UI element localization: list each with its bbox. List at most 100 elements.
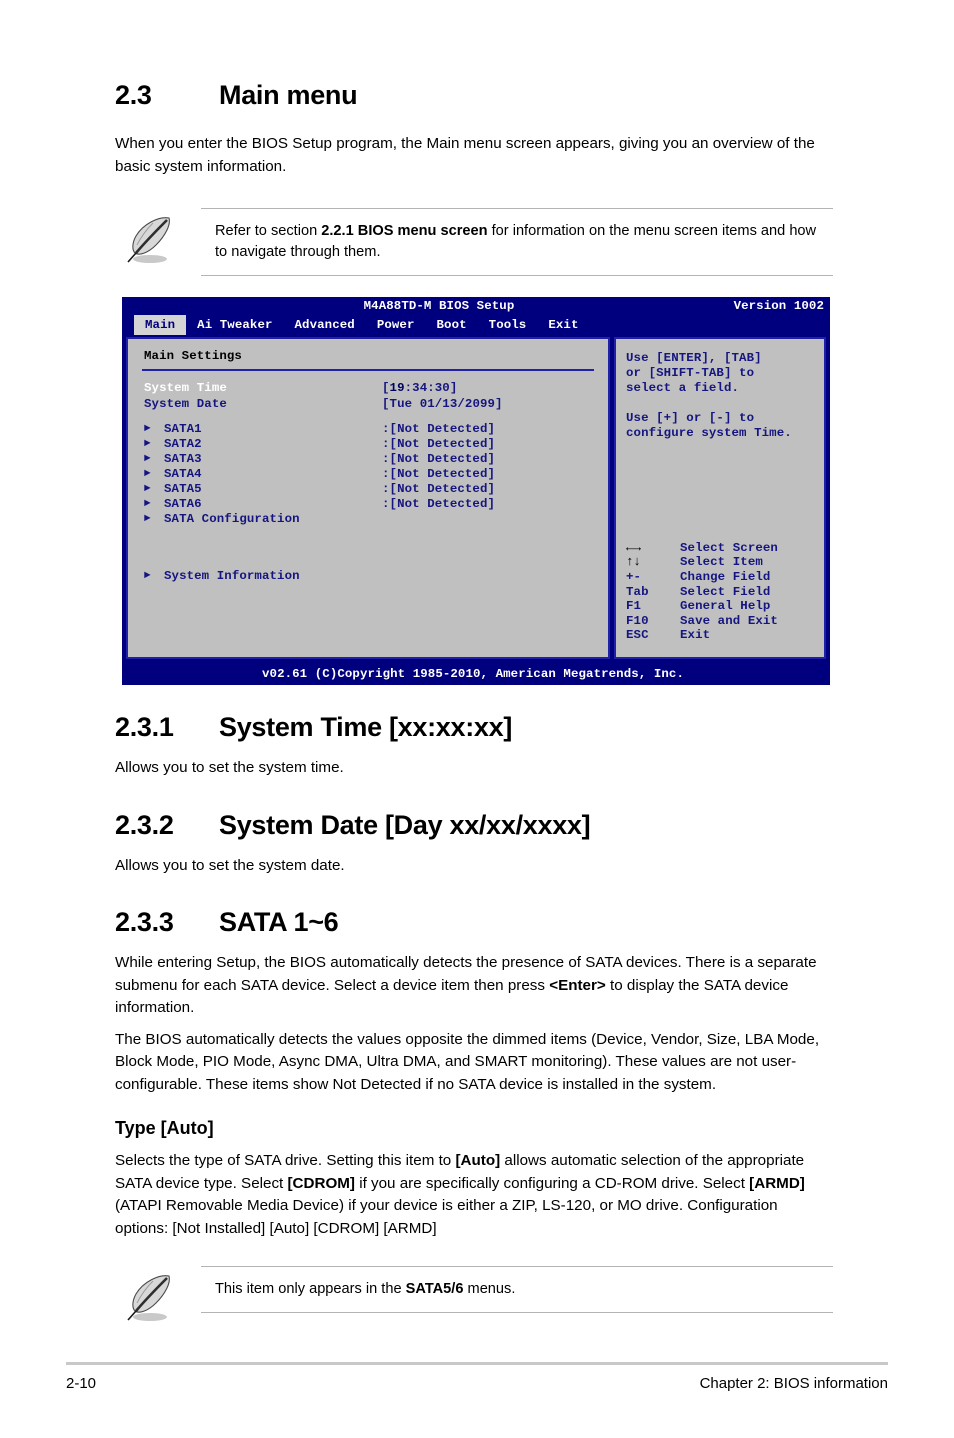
triangle-right-icon: ► — [144, 498, 151, 510]
bios-main-panel: Main Settings System Time [19:34:30] Sys… — [126, 337, 610, 659]
page-footer: 2-10 Chapter 2: BIOS information — [66, 1362, 888, 1392]
tab-main[interactable]: Main — [134, 315, 187, 335]
legend-row-select-item: ↑↓ Select Item — [626, 555, 822, 570]
note-box-bottom: This item only appears in the SATA5/6 me… — [115, 1266, 833, 1329]
field-system-time-value[interactable]: [19:34:30] — [382, 381, 457, 397]
menu-item-label: SATA5 — [164, 482, 202, 496]
up-down-arrow-icon: ↑↓ — [626, 554, 641, 570]
menu-item-label: SATA6 — [164, 497, 202, 511]
footer-divider — [66, 1362, 888, 1365]
page-number: 2-10 — [66, 1375, 97, 1392]
tab-ai-tweaker[interactable]: Ai Tweaker — [186, 315, 283, 335]
bios-tab-bar[interactable]: Main Ai Tweaker Advanced Power Boot Tool… — [122, 315, 830, 335]
note-text-bottom: This item only appears in the SATA5/6 me… — [215, 1281, 516, 1297]
triangle-right-icon: ► — [144, 423, 151, 435]
bios-help-panel: Use [ENTER], [TAB] or [SHIFT-TAB] to sel… — [614, 337, 826, 659]
legend-action: Select Item — [680, 555, 763, 570]
left-right-arrow-icon: ←→ — [626, 539, 641, 555]
tab-tools[interactable]: Tools — [478, 315, 538, 335]
field-system-time[interactable]: System Time [19:34:30] — [138, 381, 598, 397]
subsection-label: SATA 1~6 — [219, 907, 339, 937]
section-intro: When you enter the BIOS Setup program, t… — [115, 135, 815, 175]
document-page: 2.3 Main menu When you enter the BIOS Se… — [0, 0, 954, 1438]
menu-item-label: SATA Configuration — [164, 512, 300, 526]
legend-row-change-field: +- Change Field — [626, 570, 822, 585]
help-line: Use [ENTER], [TAB] — [626, 351, 762, 365]
bios-title-bar: M4A88TD-M BIOS Setup Version 1002 — [122, 297, 830, 315]
menu-item-sata1[interactable]: ► SATA1 :[Not Detected] — [138, 422, 598, 437]
menu-item-sata-configuration[interactable]: ► SATA Configuration — [138, 512, 598, 527]
plus-minus-key: +- — [626, 570, 642, 585]
esc-key: ESC — [626, 628, 649, 643]
field-system-time-label: System Time — [144, 381, 227, 395]
menu-item-label: SATA4 — [164, 467, 202, 481]
legend-action: General Help — [680, 599, 771, 614]
key-legend: ←→ Select Screen ↑↓ Select Item +- Chang… — [626, 539, 822, 643]
legend-row-save-and-exit: F10 Save and Exit — [626, 614, 822, 629]
sata-paragraph-1: While entering Setup, the BIOS automatic… — [115, 954, 817, 1016]
bios-copyright-bar: v02.61 (C)Copyright 1985-2010, American … — [262, 667, 684, 681]
triangle-right-icon: ► — [144, 483, 151, 495]
menu-item-value: :[Not Detected] — [382, 482, 496, 496]
tab-key: Tab — [626, 584, 649, 599]
tab-exit[interactable]: Exit — [537, 315, 589, 335]
note-text-top: Refer to section 2.2.1 BIOS menu screen … — [215, 223, 817, 261]
quill-icon — [115, 1266, 189, 1329]
chapter-label: Chapter 2: BIOS information — [699, 1375, 888, 1392]
type-heading: Type [Auto] — [115, 1118, 214, 1138]
help-line: or [SHIFT-TAB] to — [626, 366, 755, 380]
legend-row-select-field: Tab Select Field — [626, 585, 822, 600]
legend-action: Select Screen — [680, 540, 778, 555]
tab-boot[interactable]: Boot — [426, 315, 478, 335]
menu-item-sata5[interactable]: ► SATA5 :[Not Detected] — [138, 482, 598, 497]
field-system-date-label: System Date — [144, 396, 227, 411]
triangle-right-icon: ► — [144, 570, 151, 582]
menu-item-sata6[interactable]: ► SATA6 :[Not Detected] — [138, 497, 598, 512]
help-line: Use [+] or [-] to — [626, 411, 755, 425]
menu-item-value: :[Not Detected] — [382, 467, 496, 481]
field-system-date[interactable]: System Date [Tue 01/13/2099] — [138, 397, 598, 413]
tab-power[interactable]: Power — [366, 315, 426, 335]
legend-row-general-help: F1 General Help — [626, 599, 822, 614]
subsection-232-body: Allows you to set the system date. — [115, 856, 345, 874]
menu-item-sata2[interactable]: ► SATA2 :[Not Detected] — [138, 437, 598, 452]
triangle-right-icon: ► — [144, 468, 151, 480]
note-body-bottom: This item only appears in the SATA5/6 me… — [201, 1266, 833, 1314]
legend-action: Exit — [680, 628, 711, 643]
f10-key: F10 — [626, 613, 649, 628]
time-cursor: 19 — [389, 381, 405, 395]
subsection-number: 2.3.1 — [115, 712, 174, 742]
subsection-label: System Date [Day xx/xx/xxxx] — [219, 809, 591, 840]
legend-action: Select Field — [680, 584, 771, 599]
subsection-233-title: 2.3.3 SATA 1~6 — [115, 907, 833, 938]
section-title: Main menu — [219, 80, 358, 110]
subsection-number: 2.3.3 — [115, 907, 174, 937]
quill-icon — [115, 208, 189, 271]
page-title: 2.3 Main menu — [115, 80, 833, 111]
subsection-231-title: 2.3.1 System Time [xx:xx:xx] — [115, 712, 833, 743]
legend-row-exit: ESC Exit — [626, 628, 822, 643]
bios-screenshot: M4A88TD-M BIOS Setup Version 1002 Main A… — [122, 297, 830, 685]
menu-item-value: :[Not Detected] — [382, 437, 496, 451]
note-box-top: Refer to section 2.2.1 BIOS menu screen … — [115, 208, 833, 277]
menu-item-sata3[interactable]: ► SATA3 :[Not Detected] — [138, 452, 598, 467]
section-number: 2.3 — [115, 80, 152, 110]
menu-item-system-information[interactable]: ► System Information — [138, 569, 598, 584]
type-paragraph: Selects the type of SATA drive. Setting … — [115, 1152, 805, 1237]
lower-content: 2.3.1 System Time [xx:xx:xx] Allows you … — [115, 712, 833, 1329]
menu-item-value: :[Not Detected] — [382, 452, 496, 466]
subsection-232-title: 2.3.2 System Date [Day xx/xx/xxxx] — [115, 810, 833, 841]
triangle-right-icon: ► — [144, 438, 151, 450]
field-system-date-value[interactable]: [Tue 01/13/2099] — [382, 397, 503, 413]
help-line: select a field. — [626, 381, 740, 395]
subsection-number: 2.3.2 — [115, 809, 174, 840]
help-line: configure system Time. — [626, 426, 792, 440]
menu-item-sata4[interactable]: ► SATA4 :[Not Detected] — [138, 467, 598, 482]
triangle-right-icon: ► — [144, 453, 151, 465]
bios-version: Version 1002 — [733, 299, 824, 313]
subsection-231-body: Allows you to set the system time. — [115, 759, 344, 776]
tab-advanced[interactable]: Advanced — [284, 315, 366, 335]
menu-item-label: System Information — [164, 569, 300, 583]
